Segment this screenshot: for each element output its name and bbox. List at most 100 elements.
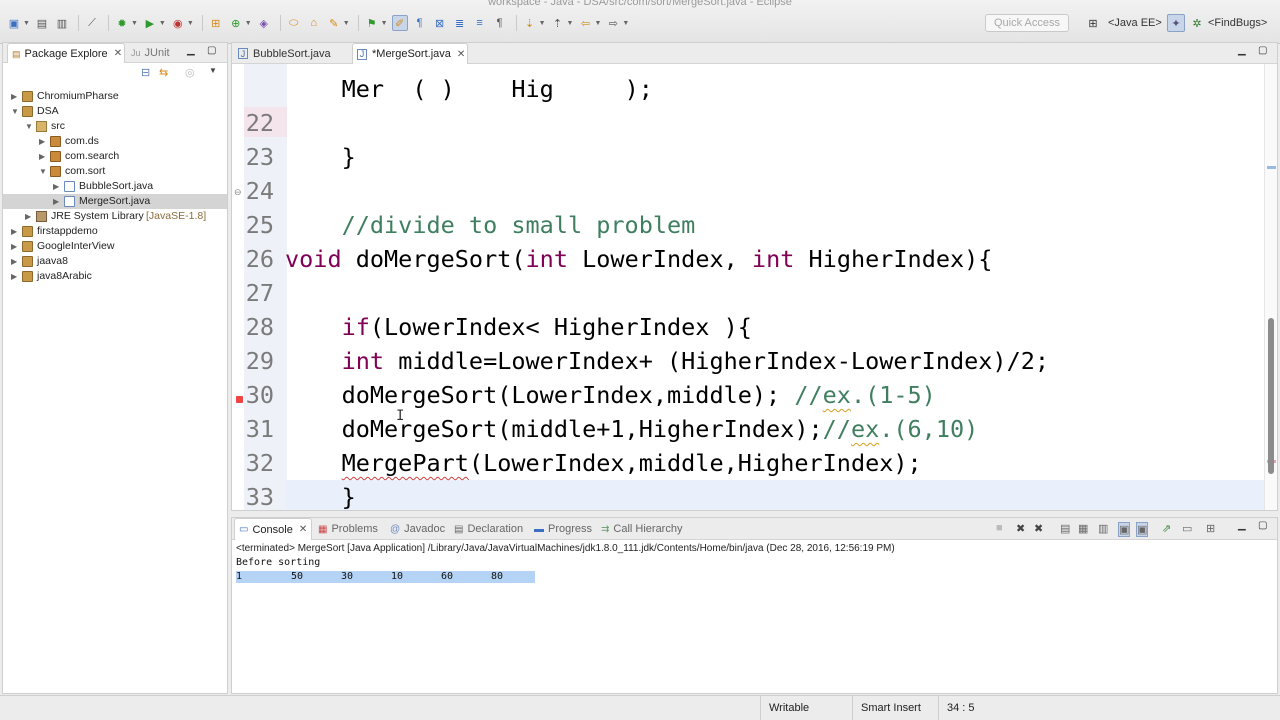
- terminate-icon[interactable]: ■: [996, 522, 1003, 534]
- tab-console[interactable]: ▭ Console ✕: [234, 518, 313, 540]
- coverage-icon[interactable]: ◉: [170, 15, 186, 31]
- close-icon[interactable]: ✕: [457, 49, 465, 60]
- forward-icon[interactable]: ⇨: [605, 15, 621, 31]
- tree-item[interactable]: ▼ src: [3, 119, 227, 134]
- tab-problems[interactable]: ▦ Problems: [318, 518, 378, 540]
- run-icon[interactable]: ▶: [142, 15, 158, 31]
- annotation-icon[interactable]: ⚑: [364, 15, 380, 31]
- collapsed-arrow-icon[interactable]: ▶: [11, 269, 19, 284]
- new-package-icon[interactable]: ⊞: [208, 15, 224, 31]
- tree-item[interactable]: ▶ ChromiumPharse: [3, 89, 227, 104]
- editor-scrollbar[interactable]: [1264, 64, 1277, 510]
- open-type-icon[interactable]: ⬭: [286, 15, 302, 31]
- collapsed-arrow-icon[interactable]: ▶: [11, 254, 19, 269]
- tree-item[interactable]: ▶ BubbleSort.java: [3, 179, 227, 194]
- expanded-arrow-icon[interactable]: ▼: [11, 104, 19, 119]
- new-class-icon[interactable]: ⊕: [228, 15, 244, 31]
- debug-dropdown-icon[interactable]: ▼: [131, 20, 138, 27]
- maximize-icon[interactable]: ▢: [1258, 520, 1267, 531]
- prev-annotation-icon[interactable]: ⇡: [550, 15, 566, 31]
- collapsed-arrow-icon[interactable]: ▶: [53, 179, 61, 194]
- scroll-lock-icon[interactable]: ▦: [1078, 522, 1088, 535]
- collapsed-arrow-icon[interactable]: ▶: [53, 194, 61, 209]
- collapsed-arrow-icon[interactable]: ▶: [25, 209, 33, 224]
- remove-launch-icon[interactable]: ✖: [1016, 522, 1025, 535]
- console-output-selection[interactable]: 1 50 30 10 60 80: [236, 571, 535, 583]
- minimize-icon[interactable]: ▁: [1238, 520, 1246, 531]
- show-on-stderr-icon[interactable]: ▣: [1136, 522, 1149, 537]
- close-icon[interactable]: ✕: [114, 44, 122, 64]
- tab-call-hierarchy[interactable]: ⇉ Call Hierarchy: [601, 518, 682, 540]
- expanded-arrow-icon[interactable]: ▼: [25, 119, 33, 134]
- collapsed-arrow-icon[interactable]: ▶: [11, 89, 19, 104]
- tab-bubblesort[interactable]: J BubbleSort.java: [234, 43, 346, 64]
- open-console-icon[interactable]: ⊞: [1206, 522, 1215, 535]
- display-console-icon[interactable]: ▭: [1182, 522, 1192, 535]
- collapsed-arrow-icon[interactable]: ▶: [39, 134, 47, 149]
- java-element-icon[interactable]: ◈: [256, 15, 272, 31]
- collapsed-arrow-icon[interactable]: ▶: [11, 224, 19, 239]
- show-on-stdout-icon[interactable]: ▣: [1118, 522, 1131, 537]
- tab-javadoc[interactable]: @ Javadoc: [390, 518, 445, 540]
- editor-scrollbar-thumb[interactable]: [1268, 318, 1274, 474]
- tree-item[interactable]: ▶ JRE System Library [JavaSE-1.8]: [3, 209, 227, 224]
- mark-occurrences-icon[interactable]: ✐: [391, 15, 408, 31]
- back-icon[interactable]: ⇦: [577, 15, 593, 31]
- remove-all-launches-icon[interactable]: ✖: [1034, 522, 1043, 535]
- new-dropdown-icon[interactable]: ▼: [23, 20, 30, 27]
- open-perspective-icon[interactable]: ⊞: [1086, 14, 1104, 32]
- tab-declaration[interactable]: ▤ Declaration: [454, 518, 523, 540]
- word-wrap-icon[interactable]: ▥: [1098, 522, 1108, 535]
- annotation-dropdown-icon[interactable]: ▼: [381, 20, 388, 27]
- new-icon[interactable]: ▣: [6, 15, 22, 31]
- forward-dropdown-icon[interactable]: ▼: [622, 20, 629, 27]
- perspective-debug-icon[interactable]: ✦: [1167, 14, 1185, 32]
- search-icon[interactable]: ✎: [326, 15, 342, 31]
- console-output-line[interactable]: Before sorting: [236, 557, 320, 568]
- close-icon[interactable]: ✕: [299, 524, 307, 535]
- tab-package-explorer[interactable]: ▤ Package Explore ✕: [7, 43, 125, 63]
- view-menu-icon[interactable]: ▼: [209, 66, 217, 75]
- quick-access-input[interactable]: Quick Access: [985, 14, 1069, 32]
- collapsed-arrow-icon[interactable]: ▶: [39, 149, 47, 164]
- back-dropdown-icon[interactable]: ▼: [594, 20, 601, 27]
- maximize-icon[interactable]: ▢: [1258, 45, 1267, 56]
- new-class-dropdown-icon[interactable]: ▼: [245, 20, 252, 27]
- tree-item[interactable]: ▼ com.sort: [3, 164, 227, 179]
- overview-marker[interactable]: [1267, 166, 1276, 169]
- tab-junit[interactable]: Ju JUnit: [131, 43, 170, 63]
- format-icon[interactable]: ≡: [472, 15, 488, 31]
- collapse-all-icon[interactable]: ⊟: [141, 66, 150, 79]
- search-dropdown-icon[interactable]: ▼: [343, 20, 350, 27]
- code-editor[interactable]: ⊖ Mer ( ) Hig ); 22 } 23 24 //divide to …: [232, 64, 1264, 510]
- minimize-icon[interactable]: ▁: [1238, 45, 1246, 56]
- show-whitespace-icon[interactable]: ⊠: [432, 15, 448, 31]
- perspective-findbugs[interactable]: ✲ <FindBugs>: [1190, 14, 1267, 32]
- run-dropdown-icon[interactable]: ▼: [159, 20, 166, 27]
- clear-console-icon[interactable]: ▤: [1060, 522, 1070, 535]
- tree-item[interactable]: ▶ MergeSort.java: [3, 194, 227, 209]
- tree-item[interactable]: ▶ java8Arabic: [3, 269, 227, 284]
- pin-console-icon[interactable]: ⇗: [1162, 522, 1171, 535]
- next-annotation-dropdown-icon[interactable]: ▼: [539, 20, 546, 27]
- tree-item[interactable]: ▶ com.search: [3, 149, 227, 164]
- skip-breakpoints-icon[interactable]: ⟋: [84, 15, 100, 31]
- maximize-icon[interactable]: ▢: [207, 45, 216, 56]
- tree-item[interactable]: ▶ GoogleInterView: [3, 239, 227, 254]
- link-with-editor-icon[interactable]: ⇆: [159, 66, 168, 79]
- tree-item[interactable]: ▼ DSA: [3, 104, 227, 119]
- open-folder-icon[interactable]: ⌂: [306, 15, 322, 31]
- minimize-icon[interactable]: ▁: [187, 45, 195, 56]
- tree-item[interactable]: ▶ jaava8: [3, 254, 227, 269]
- toggle-block-icon[interactable]: ¶: [412, 15, 428, 31]
- save-icon[interactable]: ▤: [34, 15, 50, 31]
- debug-icon[interactable]: ✹: [114, 15, 130, 31]
- coverage-dropdown-icon[interactable]: ▼: [187, 20, 194, 27]
- collapsed-arrow-icon[interactable]: ▶: [11, 239, 19, 254]
- next-annotation-icon[interactable]: ⇣: [522, 15, 538, 31]
- expanded-arrow-icon[interactable]: ▼: [39, 164, 47, 179]
- focus-icon[interactable]: ◎: [185, 66, 195, 79]
- prev-annotation-dropdown-icon[interactable]: ▼: [567, 20, 574, 27]
- tab-mergesort[interactable]: J *MergeSort.java ✕: [352, 43, 468, 64]
- word-wrap-icon[interactable]: ≣: [452, 15, 468, 31]
